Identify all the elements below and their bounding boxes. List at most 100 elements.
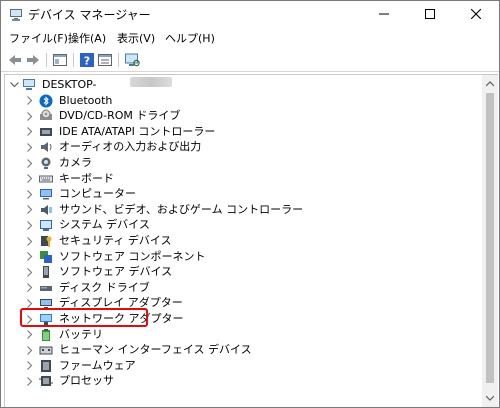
tree-item[interactable]: Bluetooth bbox=[5, 93, 483, 109]
properties-pane-icon[interactable] bbox=[52, 52, 68, 68]
tree-item-label: ソフトウェア デバイス bbox=[59, 265, 173, 279]
chevron-right-icon[interactable] bbox=[25, 186, 35, 202]
toolbar-separator bbox=[73, 53, 74, 67]
tree-item[interactable]: コンピューター bbox=[5, 186, 483, 202]
scroll-up-button[interactable] bbox=[482, 75, 498, 91]
device-manager-window: デバイス マネージャー ファイル(F) 操作(A) 表示(V) ヘルプ(H) ? bbox=[0, 0, 500, 408]
device-tree[interactable]: DESKTOP- Bluetooth DVD/CD-ROM ドライブ IDE ATA/… bbox=[4, 74, 483, 407]
scroll-down-button[interactable] bbox=[482, 389, 498, 405]
hid-icon bbox=[39, 343, 53, 357]
chevron-right-icon[interactable] bbox=[25, 217, 35, 233]
back-arrow-icon[interactable] bbox=[7, 52, 23, 68]
highlight-box bbox=[20, 308, 148, 327]
forward-arrow-icon[interactable] bbox=[25, 52, 41, 68]
tree-item[interactable]: ディスク ドライブ bbox=[5, 280, 483, 296]
tree-item[interactable]: IDE ATA/ATAPI コントローラー bbox=[5, 124, 483, 140]
processor-icon bbox=[39, 374, 53, 388]
tree-item-label: Bluetooth bbox=[59, 93, 113, 107]
chevron-right-icon[interactable] bbox=[25, 124, 35, 140]
tree-item[interactable]: セキュリティ デバイス bbox=[5, 233, 483, 249]
chevron-right-icon[interactable] bbox=[25, 93, 35, 109]
tree-item[interactable]: オーディオの入力および出力 bbox=[5, 139, 483, 155]
tree-item-label: ファームウェア bbox=[59, 358, 136, 372]
chevron-right-icon[interactable] bbox=[25, 233, 35, 249]
chevron-right-icon[interactable] bbox=[25, 342, 35, 358]
minimize-button[interactable] bbox=[361, 1, 407, 29]
tree-item-label: バッテリ bbox=[59, 327, 103, 341]
close-button[interactable] bbox=[453, 1, 499, 29]
tree-item[interactable]: サウンド、ビデオ、およびゲーム コントローラー bbox=[5, 202, 483, 218]
chevron-right-icon[interactable] bbox=[25, 108, 35, 124]
chevron-right-icon[interactable] bbox=[25, 264, 35, 280]
chevron-down-icon[interactable] bbox=[9, 77, 19, 93]
tree-item-label: IDE ATA/ATAPI コントローラー bbox=[59, 124, 216, 138]
software-device-icon bbox=[39, 265, 53, 279]
chevron-right-icon[interactable] bbox=[25, 280, 35, 296]
chevron-right-icon[interactable] bbox=[25, 155, 35, 171]
chevron-right-icon[interactable] bbox=[25, 373, 35, 389]
device-manager-icon bbox=[9, 8, 23, 22]
maximize-button[interactable] bbox=[407, 1, 453, 29]
disk-drive-icon bbox=[39, 281, 53, 295]
tree-item-label: オーディオの入力および出力 bbox=[59, 140, 202, 154]
tree-item-label: コンピューター bbox=[59, 187, 136, 201]
minimize-icon bbox=[379, 9, 389, 22]
help-icon[interactable]: ? bbox=[79, 52, 95, 68]
chevron-right-icon[interactable] bbox=[25, 249, 35, 265]
view-icon[interactable] bbox=[97, 52, 113, 68]
toolbar-separator bbox=[46, 53, 47, 67]
tree-item-label: サウンド、ビデオ、およびゲーム コントローラー bbox=[59, 202, 304, 216]
menu-help[interactable]: ヘルプ(H) bbox=[163, 31, 217, 47]
chevron-right-icon[interactable] bbox=[25, 358, 35, 374]
tree-item-label: キーボード bbox=[59, 171, 114, 185]
tree-item[interactable]: ソフトウェア コンポーネント bbox=[5, 249, 483, 265]
software-component-icon bbox=[39, 250, 53, 264]
menu-action[interactable]: 操作(A) bbox=[66, 31, 108, 47]
tree-item-label: カメラ bbox=[59, 156, 92, 169]
firmware-icon bbox=[39, 359, 53, 373]
close-icon bbox=[470, 8, 482, 22]
menu-file[interactable]: ファイル(F) bbox=[7, 31, 70, 47]
chevron-up-icon bbox=[485, 77, 495, 90]
toolbar: ? bbox=[1, 49, 499, 72]
vertical-scrollbar[interactable] bbox=[482, 74, 498, 407]
speaker-icon bbox=[39, 140, 53, 154]
toolbar-separator bbox=[118, 53, 119, 67]
tree-item[interactable]: ヒューマン インターフェイス デバイス bbox=[5, 342, 483, 358]
tree-item[interactable]: ソフトウェア デバイス bbox=[5, 264, 483, 280]
chevron-right-icon[interactable] bbox=[25, 327, 35, 343]
chevron-down-icon bbox=[485, 391, 495, 404]
svg-text:?: ? bbox=[84, 55, 90, 68]
tree-item-label: ディスク ドライブ bbox=[59, 280, 150, 294]
chevron-right-icon[interactable] bbox=[25, 139, 35, 155]
chevron-right-icon[interactable] bbox=[25, 171, 35, 187]
tree-item-label: システム デバイス bbox=[59, 218, 150, 232]
scan-hardware-icon[interactable] bbox=[124, 52, 140, 68]
system-devices-icon bbox=[39, 218, 53, 232]
tree-root-computer[interactable]: DESKTOP- bbox=[5, 77, 483, 93]
bluetooth-icon bbox=[39, 94, 53, 108]
tree-item[interactable]: バッテリ bbox=[5, 327, 483, 343]
tree-item[interactable]: キーボード bbox=[5, 171, 483, 187]
tree-item[interactable]: ファームウェア bbox=[5, 358, 483, 374]
window-title: デバイス マネージャー bbox=[28, 8, 151, 22]
computer-icon bbox=[22, 78, 36, 92]
tree-item[interactable]: DVD/CD-ROM ドライブ bbox=[5, 108, 483, 124]
tree-item[interactable]: プロセッサ bbox=[5, 373, 483, 389]
tree-item-label: DESKTOP- bbox=[42, 78, 97, 91]
menu-view[interactable]: 表示(V) bbox=[115, 31, 157, 47]
tree-item[interactable]: システム デバイス bbox=[5, 217, 483, 233]
blurred-computer-name bbox=[130, 77, 172, 87]
tree-item[interactable]: カメラ bbox=[5, 155, 483, 171]
tree-item-label: ソフトウェア コンポーネント bbox=[59, 249, 206, 263]
chevron-right-icon[interactable] bbox=[25, 202, 35, 218]
battery-icon bbox=[39, 328, 53, 342]
tree-item-label: DVD/CD-ROM ドライブ bbox=[59, 109, 181, 123]
menu-bar: ファイル(F) 操作(A) 表示(V) ヘルプ(H) bbox=[1, 29, 499, 49]
scroll-thumb[interactable] bbox=[486, 93, 494, 383]
title-bar: デバイス マネージャー bbox=[1, 1, 499, 29]
ide-controller-icon bbox=[39, 125, 53, 139]
dvd-drive-icon bbox=[39, 109, 53, 123]
security-key-icon bbox=[39, 234, 53, 248]
sound-controller-icon bbox=[39, 203, 53, 217]
